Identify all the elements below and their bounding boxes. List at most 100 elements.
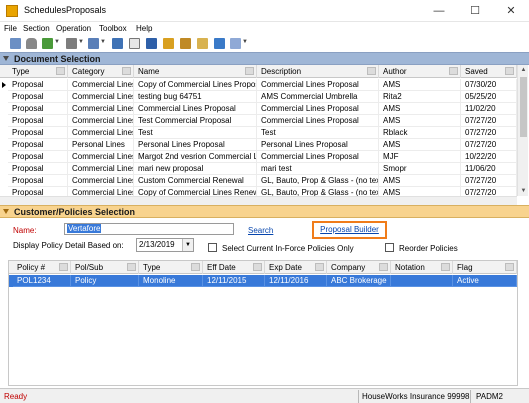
column-type[interactable]: Type [8, 65, 68, 78]
policy-cell: Policy [71, 275, 139, 287]
edit-icon[interactable] [66, 38, 77, 49]
table-row[interactable]: Proposal Commercial Lines Test Test Rblack 07… [0, 127, 517, 139]
menu-help[interactable]: Help [136, 24, 152, 33]
column-label: Author [383, 67, 407, 76]
collapse-icon[interactable] [3, 56, 9, 61]
row-indicator [0, 139, 8, 151]
proposal-builder-link[interactable]: Proposal Builder [320, 225, 379, 234]
stamp-icon[interactable] [180, 38, 191, 49]
table-cell: Commercial Lines Proposal [257, 79, 379, 91]
close-button[interactable]: ✕ [493, 0, 529, 22]
column-notation[interactable]: Notation [391, 261, 453, 274]
filter-icon[interactable] [315, 263, 324, 271]
policy-row[interactable]: POL1234 Policy Monoline 12/11/2015 12/11/201… [9, 275, 517, 287]
menu-operation[interactable]: Operation [56, 24, 91, 33]
table-row[interactable]: Proposal Commercial Lines Margot 2nd vesri… [0, 151, 517, 163]
filter-icon[interactable] [127, 263, 136, 271]
book-icon[interactable] [112, 38, 123, 49]
filter-icon[interactable] [253, 263, 262, 271]
proposal-builder-highlight: Proposal Builder [312, 221, 387, 239]
properties-icon[interactable] [230, 38, 241, 49]
filter-icon[interactable] [245, 67, 254, 75]
customer-section-header[interactable]: Customer/Policies Selection [0, 205, 529, 218]
column-label: Notation [395, 263, 425, 272]
filter-icon[interactable] [56, 67, 65, 75]
check-dropdown-icon[interactable]: ▼ [54, 39, 60, 45]
column-company[interactable]: Company [327, 261, 391, 274]
column-flag[interactable]: Flag [453, 261, 517, 274]
column-saved[interactable]: Saved [461, 65, 517, 78]
name-field[interactable]: Vertafore [64, 223, 234, 235]
table-cell: Test [257, 127, 379, 139]
current-policies-checkbox[interactable] [208, 243, 217, 252]
filter-icon[interactable] [367, 67, 376, 75]
column-eff-date[interactable]: Eff Date [203, 261, 265, 274]
column-label: Type [143, 263, 161, 272]
filter-icon[interactable] [449, 67, 458, 75]
scroll-thumb[interactable] [520, 77, 527, 137]
column-description[interactable]: Description [257, 65, 379, 78]
document-icon[interactable] [88, 38, 99, 49]
briefcase-icon[interactable] [163, 38, 174, 49]
maximize-button[interactable]: ☐ [457, 0, 493, 22]
menu-toolbox[interactable]: Toolbox [99, 24, 127, 33]
row-indicator [0, 151, 8, 163]
edit-dropdown-icon[interactable]: ▼ [78, 39, 84, 45]
filter-icon[interactable] [59, 263, 68, 271]
column-author[interactable]: Author [379, 65, 461, 78]
column-type[interactable]: Type [139, 261, 203, 274]
document-section-header[interactable]: Document Selection [0, 52, 529, 65]
table-cell: Proposal [8, 139, 68, 151]
menu-file[interactable]: File [4, 24, 17, 33]
table-cell: Test [134, 127, 257, 139]
collapse-icon[interactable] [3, 209, 9, 214]
table-cell: AMS [379, 139, 461, 151]
folder-icon[interactable] [146, 38, 157, 49]
check-icon[interactable] [42, 38, 53, 49]
document-horizontal-scrollbar[interactable] [0, 196, 517, 205]
filter-icon[interactable] [191, 263, 200, 271]
document-vertical-scrollbar[interactable]: ▲ ▼ [517, 65, 528, 196]
table-row[interactable]: Proposal Commercial Lines Commercial Lines… [0, 103, 517, 115]
row-indicator [0, 91, 8, 103]
menu-section[interactable]: Section [23, 24, 50, 33]
save-icon[interactable] [197, 38, 208, 49]
scroll-down-icon[interactable]: ▼ [518, 186, 529, 196]
filter-icon[interactable] [379, 263, 388, 271]
table-cell: AMS [379, 103, 461, 115]
reorder-policies-checkbox[interactable] [385, 243, 394, 252]
table-row[interactable]: Proposal Commercial Lines Copy of Commerci… [0, 79, 517, 91]
table-row[interactable]: Proposal Personal Lines Personal Lines Pro… [0, 139, 517, 151]
search-link[interactable]: Search [248, 226, 273, 235]
chart-icon[interactable] [214, 38, 225, 49]
page-icon[interactable] [129, 38, 140, 49]
filter-icon[interactable] [122, 67, 131, 75]
toolbar: ▼ ▼ ▼ ▼ [0, 36, 529, 52]
column-exp-date[interactable]: Exp Date [265, 261, 327, 274]
column-pol-sub[interactable]: Pol/Sub [71, 261, 139, 274]
column-label: Name [138, 67, 160, 76]
lock-icon[interactable] [26, 38, 37, 49]
document-dropdown-icon[interactable]: ▼ [100, 39, 106, 45]
status-server: PADM2 [476, 392, 503, 401]
table-row[interactable]: Proposal Commercial Lines Custom Commercia… [0, 175, 517, 187]
new-doc-icon[interactable] [10, 38, 21, 49]
table-row[interactable]: Proposal Commercial Lines testing bug 6475… [0, 91, 517, 103]
date-dropdown-icon[interactable]: ▼ [182, 239, 193, 251]
minimize-button[interactable]: — [421, 0, 457, 22]
table-row[interactable]: Proposal Commercial Lines mari new proposa… [0, 163, 517, 175]
status-company: HouseWorks Insurance 99998 [362, 392, 470, 401]
date-picker[interactable]: 2/13/2019 ▼ [136, 238, 194, 252]
filter-icon[interactable] [505, 263, 514, 271]
row-indicator [0, 115, 8, 127]
filter-icon[interactable] [505, 67, 514, 75]
column-name[interactable]: Name [134, 65, 257, 78]
scroll-up-icon[interactable]: ▲ [518, 65, 529, 75]
properties-dropdown-icon[interactable]: ▼ [242, 39, 248, 45]
table-row[interactable]: Proposal Commercial Lines Test Commercial … [0, 115, 517, 127]
column-category[interactable]: Category [68, 65, 134, 78]
table-cell: 11/02/20 [461, 103, 517, 115]
table-cell: mari test [257, 163, 379, 175]
column-policy-number[interactable]: Policy # [13, 261, 71, 274]
filter-icon[interactable] [441, 263, 450, 271]
